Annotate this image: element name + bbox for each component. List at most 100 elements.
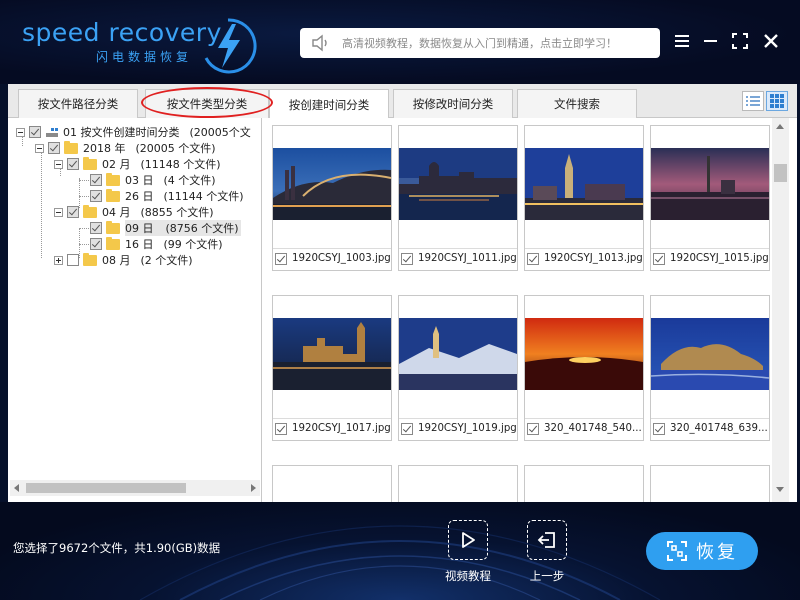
- file-card[interactable]: 1920CSYJ_1015.jpg: [650, 125, 770, 271]
- tutorial-banner-input[interactable]: 高清视频教程，数据恢复从入门到精通，点击立即学习！: [300, 28, 660, 58]
- grid-view-icon: [770, 94, 784, 108]
- tree-horizontal-scrollbar[interactable]: [10, 480, 260, 496]
- file-card[interactable]: 320_401748_540...: [524, 295, 644, 441]
- file-thumbnail: [273, 488, 391, 498]
- back-step-button[interactable]: 上一步: [512, 520, 582, 590]
- file-card[interactable]: 1920CSYJ_1013.jpg: [524, 125, 644, 271]
- footer-bar: 您选择了9672个文件，共1.90(GB)数据 视频教程 上一步 恢复: [0, 502, 800, 600]
- tree-checkbox[interactable]: [90, 190, 102, 202]
- title-bar: speed recovery 闪电数据恢复 高清视频教程，数据恢复从入门到精通，…: [0, 0, 800, 84]
- list-view-icon: [746, 96, 760, 106]
- file-card[interactable]: [272, 465, 392, 502]
- tree-node-day-03[interactable]: 03 日 (4 个文件): [90, 172, 216, 188]
- file-card[interactable]: 1920CSYJ_1011.jpg: [398, 125, 518, 271]
- tree-count: (20005 个文件): [135, 142, 216, 155]
- file-thumbnail: [399, 318, 517, 390]
- tree-count: (4 个文件): [163, 174, 216, 187]
- scroll-right-icon[interactable]: [251, 484, 256, 492]
- computer-icon: [46, 127, 58, 137]
- tree-node-feb[interactable]: 02 月 (11148 个文件): [54, 156, 221, 172]
- file-card[interactable]: [650, 465, 770, 502]
- tree-checkbox[interactable]: [67, 158, 79, 170]
- folder-icon: [83, 252, 97, 266]
- scroll-down-icon[interactable]: [776, 487, 784, 492]
- maximize-icon[interactable]: [729, 30, 751, 52]
- list-view-button[interactable]: [742, 91, 764, 111]
- grid-view-button[interactable]: [766, 91, 788, 111]
- file-card[interactable]: 1920CSYJ_1017.jpg: [272, 295, 392, 441]
- tree-checkbox[interactable]: [48, 142, 60, 154]
- collapse-toggle[interactable]: [54, 159, 63, 169]
- tab-file-search[interactable]: 文件搜索: [517, 89, 637, 118]
- tree-count: (8855 个文件): [140, 206, 214, 219]
- tutorial-banner-text: 高清视频教程，数据恢复从入门到精通，点击立即学习！: [342, 37, 617, 50]
- tab-by-type[interactable]: 按文件类型分类: [145, 89, 269, 118]
- tree-label: 2018 年: [83, 142, 126, 155]
- file-card[interactable]: [524, 465, 644, 502]
- file-checkbox[interactable]: [401, 422, 413, 435]
- lightning-bolt-icon: [204, 18, 257, 74]
- file-name: 1920CSYJ_1011.jpg: [418, 253, 517, 264]
- tree-count: (20005个文: [189, 126, 251, 139]
- tab-by-path[interactable]: 按文件路径分类: [18, 89, 138, 118]
- collapse-toggle[interactable]: [16, 127, 25, 137]
- tree-node-apr[interactable]: 04 月 (8855 个文件): [54, 204, 214, 220]
- tree-checkbox[interactable]: [90, 174, 102, 186]
- scroll-left-icon[interactable]: [14, 484, 19, 492]
- tree-count: (8756 个文件): [155, 220, 241, 236]
- tab-by-modified-time[interactable]: 按修改时间分类: [393, 89, 513, 118]
- file-card[interactable]: [398, 465, 518, 502]
- grid-vertical-scrollbar[interactable]: [772, 118, 789, 502]
- logo-text: speed recovery: [22, 18, 222, 47]
- tree-node-year[interactable]: 2018 年 (20005 个文件): [35, 140, 216, 156]
- speaker-icon: [312, 34, 327, 52]
- tree-count: (99 个文件): [163, 238, 223, 251]
- main-panel: 按文件路径分类 按文件类型分类 按创建时间分类 按修改时间分类 文件搜索 01 …: [8, 84, 797, 502]
- file-checkbox[interactable]: [653, 422, 665, 435]
- back-button-frame: [527, 520, 567, 560]
- tree-label: 03 日: [125, 174, 154, 187]
- tree-checkbox[interactable]: [67, 206, 79, 218]
- tree-count: (2 个文件): [140, 254, 193, 267]
- file-checkbox[interactable]: [653, 252, 665, 265]
- file-thumbnail: [399, 488, 517, 498]
- tree-count: (11148 个文件): [140, 158, 221, 171]
- expand-toggle[interactable]: [54, 255, 63, 265]
- file-checkbox[interactable]: [275, 252, 287, 265]
- tree-label: 04 月: [102, 206, 131, 219]
- collapse-toggle[interactable]: [35, 143, 44, 153]
- file-checkbox[interactable]: [401, 252, 413, 265]
- scroll-up-icon[interactable]: [776, 124, 784, 129]
- file-checkbox[interactable]: [527, 252, 539, 265]
- tree-checkbox[interactable]: [90, 222, 102, 234]
- minimize-icon[interactable]: [700, 30, 722, 52]
- tree-label: 16 日: [125, 238, 154, 251]
- tab-bar: 按文件路径分类 按文件类型分类 按创建时间分类 按修改时间分类 文件搜索: [8, 84, 797, 119]
- tree-checkbox[interactable]: [90, 238, 102, 250]
- tree-checkbox[interactable]: [67, 254, 79, 266]
- scrollbar-thumb[interactable]: [774, 164, 787, 182]
- tree-root[interactable]: 01 按文件创建时间分类 (20005个文: [16, 124, 251, 140]
- tree-node-day-09[interactable]: 09 日 (8756 个文件): [90, 220, 241, 236]
- tree-node-day-26[interactable]: 26 日 (11144 个文件): [90, 188, 244, 204]
- video-button-frame: [448, 520, 488, 560]
- scrollbar-thumb[interactable]: [26, 483, 186, 493]
- close-icon[interactable]: [760, 30, 782, 52]
- folder-icon: [106, 172, 120, 186]
- tree-node-day-16[interactable]: 16 日 (99 个文件): [90, 236, 223, 252]
- tree-node-aug[interactable]: 08 月 (2 个文件): [54, 252, 193, 268]
- folder-icon: [106, 236, 120, 250]
- tree-checkbox[interactable]: [29, 126, 41, 138]
- video-tutorial-button[interactable]: 视频教程: [433, 520, 503, 590]
- file-card[interactable]: 1920CSYJ_1003.jpg: [272, 125, 392, 271]
- file-checkbox[interactable]: [275, 422, 287, 435]
- file-card[interactable]: 320_401748_639...: [650, 295, 770, 441]
- file-caption: 1920CSYJ_1003.jpg: [273, 248, 391, 268]
- collapse-toggle[interactable]: [54, 207, 63, 217]
- file-checkbox[interactable]: [527, 422, 539, 435]
- tab-by-created-time[interactable]: 按创建时间分类: [269, 89, 389, 119]
- menu-icon[interactable]: [672, 30, 694, 52]
- play-icon: [462, 532, 475, 548]
- recover-button[interactable]: 恢复: [646, 532, 758, 570]
- file-card[interactable]: 1920CSYJ_1019.jpg: [398, 295, 518, 441]
